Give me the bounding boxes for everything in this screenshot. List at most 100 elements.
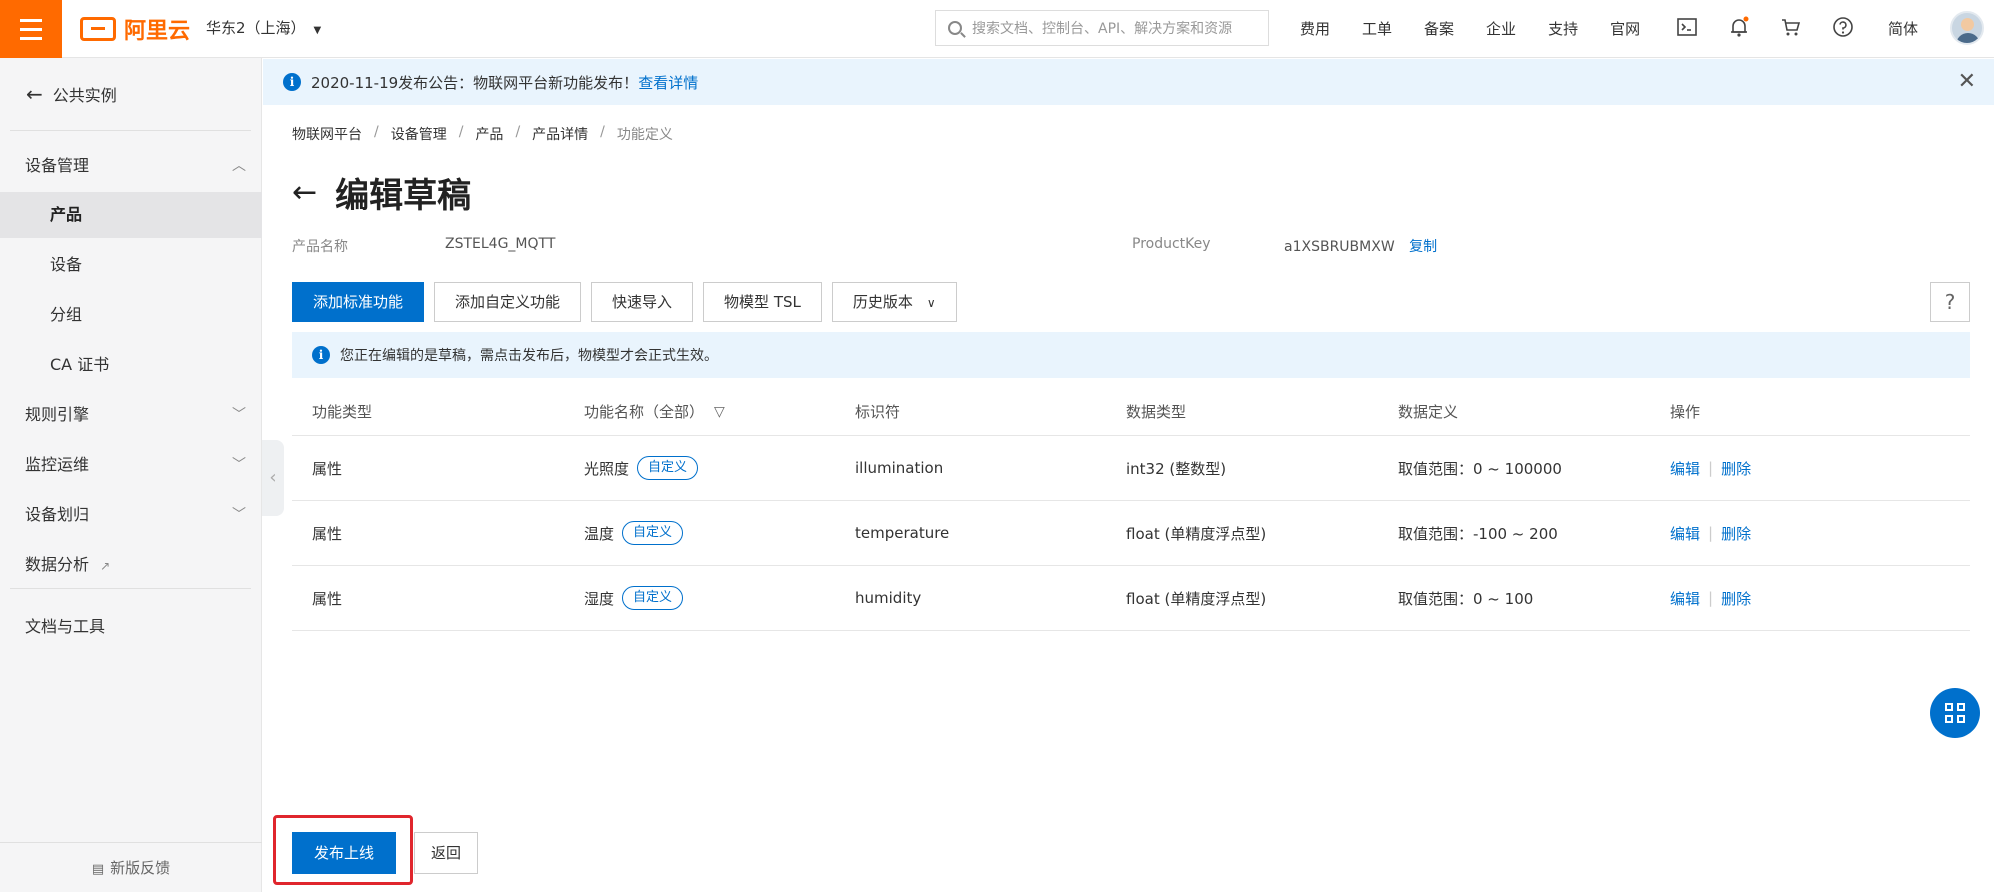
breadcrumb-products[interactable]: 产品 xyxy=(475,124,503,144)
product-key-label: ProductKey xyxy=(1132,236,1211,252)
nav-filing[interactable]: 备案 xyxy=(1424,18,1454,39)
cart-icon[interactable] xyxy=(1780,16,1802,38)
filter-icon[interactable]: ▽ xyxy=(714,404,725,420)
custom-tag: 自定义 xyxy=(637,456,699,480)
cell-data-type: float (单精度浮点型) xyxy=(1126,589,1267,608)
draft-alert-text: 您正在编辑的是草稿，需点击发布后，物模型才会正式生效。 xyxy=(340,348,718,364)
grid-icon xyxy=(1945,703,1953,711)
announcement-link[interactable]: 查看详情 xyxy=(638,72,698,93)
aliyun-logo[interactable]: 阿里云 xyxy=(80,13,190,45)
feedback-label: 新版反馈 xyxy=(110,859,171,877)
cell-name: 湿度 自定义 xyxy=(584,566,684,630)
cell-name: 光照度 自定义 xyxy=(584,436,699,500)
bell-icon[interactable] xyxy=(1728,16,1750,38)
search-placeholder: 搜索文档、控制台、API、解决方案和资源 xyxy=(972,21,1233,37)
close-icon[interactable]: ✕ xyxy=(1958,69,1976,94)
copy-button[interactable]: 复制 xyxy=(1409,239,1437,255)
table-row: 属性 湿度 自定义 humidity float (单精度浮点型) 取值范围：0 … xyxy=(292,566,1970,631)
sidebar-item-label: 数据分析 xyxy=(25,555,90,574)
header-function-type: 功能类型 xyxy=(312,403,373,421)
search-icon xyxy=(948,21,962,35)
history-version-dropdown[interactable]: 历史版本 ∨ xyxy=(831,282,957,322)
sidebar-item-device-assignment[interactable]: 设备划归 ﹀ xyxy=(0,492,262,538)
sidebar-item-products[interactable]: 产品 xyxy=(0,192,262,238)
nav-official-site[interactable]: 官网 xyxy=(1610,18,1640,39)
nav-fees[interactable]: 费用 xyxy=(1300,18,1330,39)
sidebar-divider xyxy=(10,130,251,131)
sidebar-item-devices[interactable]: 设备 xyxy=(0,242,262,288)
edit-link[interactable]: 编辑 xyxy=(1670,523,1700,544)
header-function-name-label: 功能名称（全部） xyxy=(584,403,705,421)
quick-import-button[interactable]: 快速导入 xyxy=(591,282,694,322)
sidebar-item-label: 分组 xyxy=(50,305,83,324)
external-link-icon: ↗ xyxy=(100,559,111,573)
function-name: 湿度 xyxy=(584,589,615,608)
cell-identifier: humidity xyxy=(855,589,922,607)
sidebar-collapse-handle[interactable]: ‹ xyxy=(262,440,284,516)
feedback-link[interactable]: ▤ 新版反馈 xyxy=(0,842,262,892)
sidebar-item-label: 文档与工具 xyxy=(25,617,106,636)
table-header: 功能类型 功能名称（全部） ▽ 标识符 数据类型 数据定义 操作 xyxy=(292,388,1970,436)
chevron-down-icon: ﹀ xyxy=(232,457,246,473)
custom-tag: 自定义 xyxy=(622,586,684,610)
nav-support[interactable]: 支持 xyxy=(1548,18,1578,39)
nav-enterprise[interactable]: 企业 xyxy=(1486,18,1516,39)
add-standard-function-button[interactable]: 添加标准功能 xyxy=(292,282,425,322)
sidebar-item-docs-tools[interactable]: 文档与工具 xyxy=(0,604,262,650)
language-switch[interactable]: 简体 xyxy=(1888,18,1918,39)
menu-icon[interactable] xyxy=(0,0,62,58)
help-button[interactable]: ? xyxy=(1930,282,1970,322)
product-key-row: ProductKey xyxy=(1132,236,1211,252)
grid-icon-cell xyxy=(1945,715,1953,723)
sidebar-item-monitoring[interactable]: 监控运维 ﹀ xyxy=(0,442,262,488)
sidebar-back-link[interactable]: ← 公共实例 xyxy=(26,82,117,106)
apps-grid-button[interactable] xyxy=(1930,688,1980,738)
sidebar-item-ca-cert[interactable]: CA 证书 xyxy=(0,342,262,388)
draft-alert: i 您正在编辑的是草稿，需点击发布后，物模型才会正式生效。 xyxy=(292,332,1970,378)
return-button[interactable]: 返回 xyxy=(414,832,479,874)
sidebar-item-label: 产品 xyxy=(50,205,83,224)
search-input[interactable]: 搜索文档、控制台、API、解决方案和资源 xyxy=(935,10,1269,46)
region-label: 华东2（上海） xyxy=(206,19,306,37)
add-custom-function-button[interactable]: 添加自定义功能 xyxy=(434,282,582,322)
breadcrumb-iot-platform[interactable]: 物联网平台 xyxy=(292,124,362,144)
delete-link[interactable]: 删除 xyxy=(1721,523,1751,544)
edit-link[interactable]: 编辑 xyxy=(1670,588,1700,609)
sidebar-item-label: 监控运维 xyxy=(25,455,90,474)
header-data-type: 数据类型 xyxy=(1126,403,1187,421)
nav-tickets[interactable]: 工单 xyxy=(1362,18,1392,39)
help-icon[interactable] xyxy=(1832,16,1854,38)
cell-data-type: int32 (整数型) xyxy=(1126,459,1227,478)
table-row: 属性 温度 自定义 temperature float (单精度浮点型) 取值范围… xyxy=(292,501,1970,566)
page-title: ← 编辑草稿 xyxy=(292,168,471,217)
cell-type: 属性 xyxy=(312,459,343,478)
cell-data-type: float (单精度浮点型) xyxy=(1126,524,1267,543)
breadcrumb-product-detail[interactable]: 产品详情 xyxy=(532,124,588,144)
cell-identifier: temperature xyxy=(855,524,950,542)
table-row: 属性 光照度 自定义 illumination int32 (整数型) 取值范围：… xyxy=(292,436,1970,501)
delete-link[interactable]: 删除 xyxy=(1721,458,1751,479)
delete-link[interactable]: 删除 xyxy=(1721,588,1751,609)
chevron-up-icon: ︿ xyxy=(232,158,246,174)
back-arrow-icon[interactable]: ← xyxy=(292,175,317,210)
sidebar-item-device-management[interactable]: 设备管理 ︿ xyxy=(0,143,262,189)
header-function-name[interactable]: 功能名称（全部） ▽ xyxy=(584,388,725,435)
sidebar-back-label: 公共实例 xyxy=(52,86,117,105)
sidebar-item-groups[interactable]: 分组 xyxy=(0,292,262,338)
tsl-button[interactable]: 物模型 TSL xyxy=(703,282,822,322)
terminal-icon[interactable] xyxy=(1676,16,1698,38)
cell-actions: 编辑 | 删除 xyxy=(1670,588,1752,609)
user-avatar[interactable] xyxy=(1950,11,1984,45)
highlight-box xyxy=(273,815,413,885)
product-name-row: 产品名称 xyxy=(292,236,348,256)
sidebar-item-label: CA 证书 xyxy=(50,355,110,374)
breadcrumb-device-management[interactable]: 设备管理 xyxy=(391,124,447,144)
sidebar-item-rule-engine[interactable]: 规则引擎 ﹀ xyxy=(0,392,262,438)
header-identifier: 标识符 xyxy=(855,403,901,421)
grid-icon-cell xyxy=(1957,703,1965,711)
region-selector[interactable]: 华东2（上海） ▼ xyxy=(206,17,321,38)
sidebar-item-label: 设备管理 xyxy=(25,156,90,175)
sidebar-item-data-analysis[interactable]: 数据分析 ↗ xyxy=(0,542,262,588)
product-name-label: 产品名称 xyxy=(292,239,348,255)
edit-link[interactable]: 编辑 xyxy=(1670,458,1700,479)
